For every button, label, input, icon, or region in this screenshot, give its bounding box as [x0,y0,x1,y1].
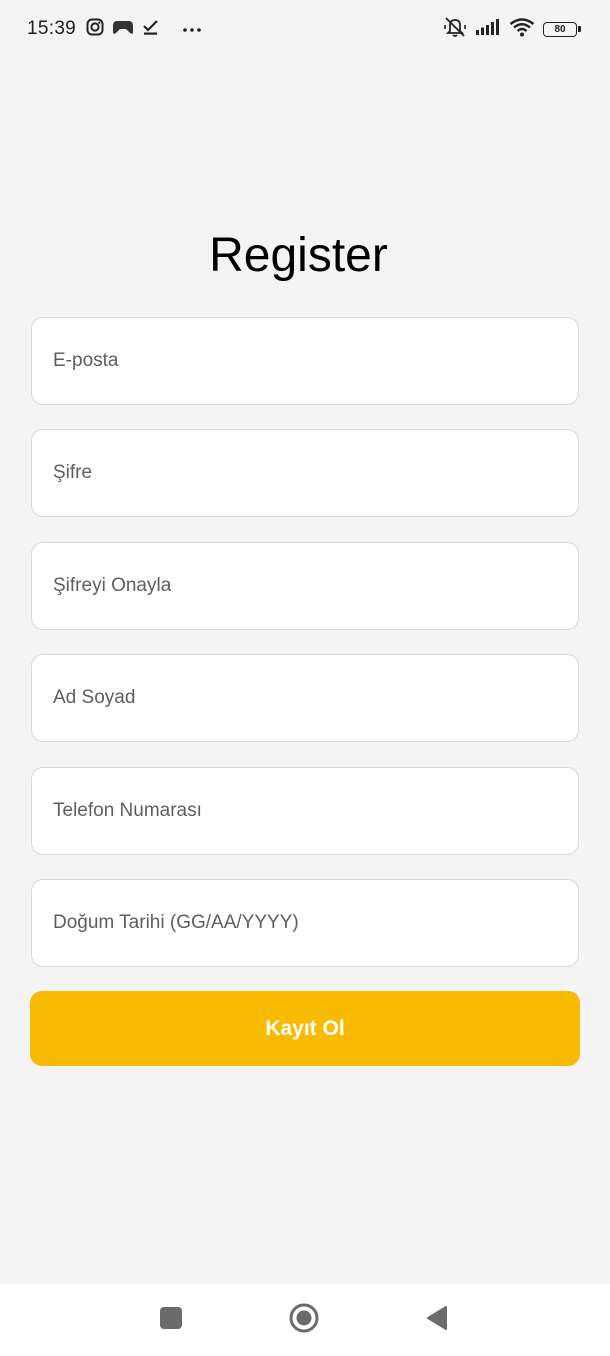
phone-input[interactable] [32,768,578,854]
status-bar: 15:39 80 [0,0,610,58]
birth-date-input[interactable] [32,880,578,966]
back-button[interactable] [397,1284,477,1356]
status-bar-right: 80 [443,16,581,43]
battery-level: 80 [554,23,566,35]
signal-icon [475,18,501,41]
page-title: Register [209,229,388,282]
password-field[interactable] [31,429,579,517]
navigation-bar [0,1284,610,1356]
wifi-icon [509,17,535,42]
download-done-icon [142,18,160,41]
status-time: 15:39 [27,18,77,39]
recents-button[interactable] [131,1284,211,1356]
birth-date-field[interactable] [31,879,579,967]
register-button[interactable]: Kayıt Ol [30,991,580,1066]
full-name-field[interactable] [31,654,579,742]
confirm-password-field[interactable] [31,542,579,630]
home-button[interactable] [264,1284,344,1356]
more-dots-icon [182,20,202,38]
password-input[interactable] [32,430,578,516]
confirm-password-input[interactable] [32,543,578,629]
email-field[interactable] [31,317,579,405]
status-bar-left: 15:39 [27,16,202,42]
instagram-icon [86,18,104,41]
email-input[interactable] [32,318,578,404]
full-name-input[interactable] [32,655,578,741]
back-triangle-icon [426,1305,448,1335]
battery-icon: 80 [543,21,581,37]
recents-square-icon [160,1306,182,1334]
game-controller-icon [112,18,134,41]
vibrate-mute-icon [443,16,467,43]
phone-field[interactable] [31,767,579,855]
home-circle-icon [289,1303,319,1338]
